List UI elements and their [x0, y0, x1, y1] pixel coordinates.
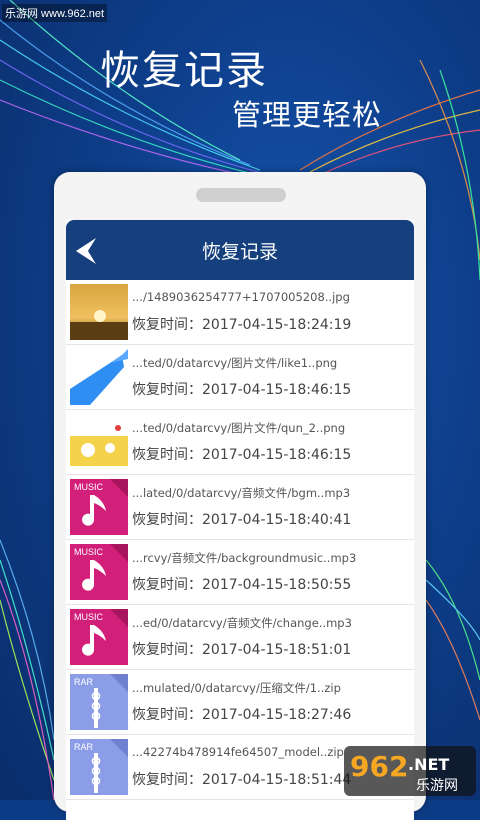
svg-text:962: 962: [350, 750, 408, 783]
headline-title: 恢复记录: [100, 48, 268, 94]
record-row[interactable]: ...ted/0/datarcvy/图片文件/qun_2..png 恢复时间：2…: [66, 410, 414, 475]
app-bar-title: 恢复记录: [201, 241, 278, 263]
site-watermark: 乐游网 www.962.net: [2, 4, 108, 22]
record-path: ...ted/0/datarcvy/图片文件/qun_2..png: [132, 421, 346, 435]
record-list: .../1489036254777+1707005208..jpg 恢复时间：2…: [66, 280, 414, 800]
record-time: 恢复时间：2017-04-15-18:40:41: [132, 512, 352, 528]
record-time: 恢复时间：2017-04-15-18:50:55: [132, 577, 352, 593]
record-path: ...rcvy/音频文件/backgroundmusic..mp3: [132, 551, 357, 565]
svg-text:RAR: RAR: [74, 742, 94, 752]
record-path: .../1489036254777+1707005208..jpg: [132, 290, 350, 304]
app-screen: 恢复记录 .../1489036254777+1707005208..jpg 恢…: [66, 220, 414, 820]
app-bar: 恢复记录: [66, 220, 414, 280]
record-time: 恢复时间：2017-04-15-18:51:44: [132, 772, 352, 788]
cartoon-image-thumbnail: [70, 414, 128, 470]
record-row[interactable]: ...ted/0/datarcvy/图片文件/like1..png 恢复时间：2…: [66, 345, 414, 410]
archive-file-icon: RAR: [70, 674, 128, 730]
record-row[interactable]: MUSIC ...rcvy/音频文件/backgroundmusic..mp3 …: [66, 540, 414, 605]
record-path: ...mulated/0/datarcvy/压缩文件/1..zip: [132, 681, 341, 695]
svg-text:MUSIC: MUSIC: [74, 547, 104, 557]
svg-text:MUSIC: MUSIC: [74, 482, 104, 492]
record-time: 恢复时间：2017-04-15-18:51:01: [132, 642, 352, 658]
svg-text:MUSIC: MUSIC: [74, 612, 104, 622]
record-time: 恢复时间：2017-04-15-18:46:15: [132, 382, 352, 398]
music-file-icon: MUSIC: [70, 609, 128, 665]
brand-logo: 962 .NET 乐游网: [344, 744, 476, 798]
svg-text:RAR: RAR: [74, 677, 94, 687]
music-file-icon: MUSIC: [70, 544, 128, 600]
record-row[interactable]: RAR ...mulated/0/datarcvy/压缩文件/1..zip 恢复…: [66, 670, 414, 735]
phone-speaker: [196, 188, 286, 202]
record-time: 恢复时间：2017-04-15-18:24:19: [132, 317, 352, 333]
headline-subtitle: 管理更轻松: [232, 98, 383, 132]
record-path: ...ed/0/datarcvy/音频文件/change..mp3: [132, 616, 352, 630]
blue-image-thumbnail: [70, 349, 128, 405]
phone-frame: 恢复记录 .../1489036254777+1707005208..jpg 恢…: [54, 172, 426, 820]
record-time: 恢复时间：2017-04-15-18:46:15: [132, 447, 352, 463]
svg-text:乐游网: 乐游网: [416, 778, 458, 794]
record-path: ...ted/0/datarcvy/图片文件/like1..png: [132, 356, 338, 370]
record-row[interactable]: MUSIC ...lated/0/datarcvy/音频文件/bgm..mp3 …: [66, 475, 414, 540]
music-file-icon: MUSIC: [70, 479, 128, 535]
record-row[interactable]: .../1489036254777+1707005208..jpg 恢复时间：2…: [66, 280, 414, 345]
archive-file-icon: RAR: [70, 739, 128, 795]
sunset-photo-thumbnail: [70, 284, 128, 340]
record-path: ...lated/0/datarcvy/音频文件/bgm..mp3: [132, 486, 351, 500]
svg-text:.NET: .NET: [408, 755, 449, 774]
record-row[interactable]: MUSIC ...ed/0/datarcvy/音频文件/change..mp3 …: [66, 605, 414, 670]
record-path: ...42274b478914fe64507_model..zip: [132, 745, 344, 759]
record-time: 恢复时间：2017-04-15-18:27:46: [132, 707, 352, 723]
